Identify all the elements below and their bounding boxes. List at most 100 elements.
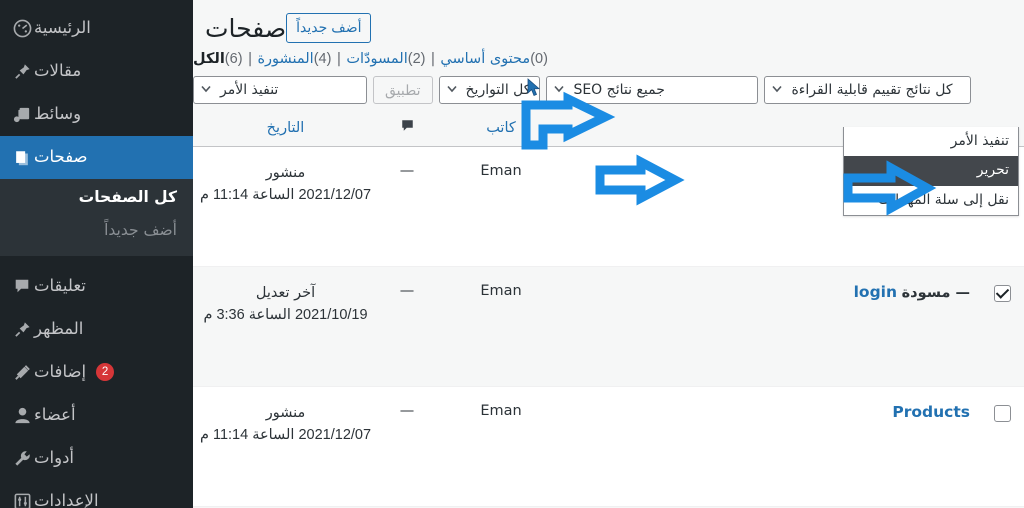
table-row[interactable]: Products Eman — منشور 2021/12/07 الساعة … <box>193 386 1024 507</box>
add-new-button[interactable]: أضف جديداً <box>286 13 372 43</box>
sidebar-item-posts[interactable]: مقالات <box>0 50 193 93</box>
sidebar-item-comments[interactable]: تعليقات <box>0 265 193 308</box>
date-filter-value: كل التواريخ <box>465 82 531 98</box>
sidebar-item-label: تعليقات <box>34 275 86 295</box>
row-checkbox[interactable] <box>993 285 1011 302</box>
sidebar-item-tools[interactable]: أدوات <box>0 437 193 480</box>
row-date-when: 2021/12/07 الساعة 11:14 م <box>199 186 372 203</box>
main-content: صفحات أضف جديداً الكل (6) | المنشورة (4)… <box>193 0 1024 508</box>
row-comments: — <box>378 386 436 507</box>
filter-published-count: (4) <box>313 51 332 67</box>
bulk-option-trash[interactable]: نقل إلى سلة المُهملات <box>844 186 1018 215</box>
admin-sidebar: الرئيسية مقالات وسائط صفحات كل الصفحات أ… <box>0 0 193 508</box>
pages-submenu: كل الصفحات أضف جديداً <box>0 179 193 256</box>
plugins-update-badge: 2 <box>96 363 115 381</box>
sidebar-item-label: المظهر <box>34 318 84 338</box>
row-checkbox-cell[interactable] <box>980 386 1024 507</box>
row-title-cell[interactable]: — مسودة login <box>566 266 980 387</box>
page-title: صفحات <box>205 13 287 43</box>
row-date-status: منشور <box>265 165 306 181</box>
row-author[interactable]: Eman <box>436 386 566 507</box>
filter-separator: | <box>247 51 253 67</box>
row-date-status: منشور <box>265 405 306 421</box>
row-date: منشور 2021/12/07 الساعة 11:14 م <box>193 146 378 267</box>
filter-all-count: (6) <box>224 51 243 67</box>
sidebar-item-label: مقالات <box>34 61 82 81</box>
row-title-link[interactable]: login <box>854 283 897 301</box>
page-header: صفحات أضف جديداً <box>193 0 1024 43</box>
menu-separator <box>0 256 193 265</box>
appearance-icon <box>10 317 34 341</box>
pin-icon <box>10 60 34 84</box>
submenu-item-add-new[interactable]: أضف جديداً <box>0 214 193 247</box>
sidebar-item-pages[interactable]: صفحات <box>0 136 193 179</box>
filter-cornerstone[interactable]: محتوى أساسي <box>440 51 530 67</box>
row-checkbox-cell[interactable] <box>980 266 1024 387</box>
bulk-actions-value: تنفيذ الأمر <box>220 82 279 98</box>
bulk-actions-dropdown[interactable]: تنفيذ الأمر تحرير نقل إلى سلة المُهملات <box>843 127 1019 217</box>
settings-icon <box>10 489 34 508</box>
bulk-actions-select[interactable]: تنفيذ الأمر <box>193 76 367 104</box>
status-filter-links: الكل (6) | المنشورة (4) | المسودّات (2) … <box>193 42 1024 68</box>
filter-published[interactable]: المنشورة <box>257 51 313 67</box>
column-header-date[interactable]: التاريخ <box>193 110 378 147</box>
chevron-down-icon <box>554 85 565 95</box>
filter-cornerstone-count: (0) <box>530 51 548 67</box>
chevron-down-icon <box>446 85 457 95</box>
readability-filter-select[interactable]: كل نتائج تقييم قابلية القراءة <box>764 76 972 104</box>
seo-filter-select[interactable]: جميع نتائج SEO <box>546 76 759 104</box>
chevron-down-icon <box>201 85 211 95</box>
page-icon <box>10 146 34 170</box>
sidebar-item-label: أعضاء <box>34 404 76 424</box>
table-row[interactable]: — مسودة login Eman — آخر تعديل 2021/10/1… <box>193 266 1024 387</box>
sidebar-item-users[interactable]: أعضاء <box>0 394 193 437</box>
plugin-icon <box>10 360 34 384</box>
filter-drafts[interactable]: المسودّات <box>346 51 407 67</box>
row-date-when: 2021/10/19 الساعة 3:36 م <box>203 306 368 323</box>
sidebar-item-appearance[interactable]: المظهر <box>0 308 193 351</box>
users-icon <box>10 403 34 427</box>
sidebar-item-label: إضافات <box>34 361 87 381</box>
date-filter-select[interactable]: كل التواريخ <box>438 76 541 104</box>
chevron-down-icon <box>772 85 783 95</box>
row-post-state: — مسودة <box>901 285 970 301</box>
row-comments: — <box>378 146 436 267</box>
row-date: آخر تعديل 2021/10/19 الساعة 3:36 م <box>193 266 378 387</box>
seo-filter-value: جميع نتائج SEO <box>573 82 665 98</box>
filter-separator: | <box>430 51 436 67</box>
sidebar-item-dashboard[interactable]: الرئيسية <box>0 7 193 50</box>
submenu-item-all-pages[interactable]: كل الصفحات <box>0 181 193 214</box>
sidebar-item-plugins[interactable]: إضافات 2 <box>0 351 193 394</box>
row-date-status: آخر تعديل <box>255 285 316 301</box>
filter-all[interactable]: الكل <box>193 51 225 67</box>
sidebar-item-media[interactable]: وسائط <box>0 93 193 136</box>
apply-button[interactable]: تطبيق <box>373 76 433 104</box>
readability-filter-value: كل نتائج تقييم قابلية القراءة <box>791 82 953 98</box>
column-header-author[interactable]: كاتب <box>436 110 566 147</box>
sidebar-item-settings[interactable]: الإعدادات <box>0 480 193 508</box>
wordpress-admin-screen: الرئيسية مقالات وسائط صفحات كل الصفحات أ… <box>0 0 1024 508</box>
filter-separator: | <box>336 51 342 67</box>
table-toolbar: تنفيذ الأمر تطبيق كل التواريخ جميع نتائج… <box>193 68 1024 106</box>
filter-drafts-count: (2) <box>407 51 426 67</box>
sidebar-item-label: وسائط <box>34 104 82 124</box>
row-date: منشور 2021/12/07 الساعة 11:14 م <box>193 386 378 507</box>
sidebar-item-label: الإعدادات <box>34 490 99 508</box>
row-checkbox[interactable] <box>993 405 1011 422</box>
row-author[interactable]: Eman <box>436 266 566 387</box>
row-author[interactable]: Eman <box>436 146 566 267</box>
dashboard-icon <box>10 17 34 41</box>
sidebar-item-label: الرئيسية <box>34 18 91 38</box>
row-title-link[interactable]: Products <box>892 403 970 421</box>
row-comments: — <box>378 266 436 387</box>
media-icon <box>10 103 34 127</box>
column-header-comments[interactable] <box>378 110 436 147</box>
sidebar-item-label: أدوات <box>34 447 75 467</box>
comment-bubble-icon <box>400 120 415 137</box>
row-title-cell[interactable]: Products <box>566 386 980 507</box>
comment-icon <box>10 274 34 298</box>
bulk-option-edit[interactable]: تحرير <box>844 156 1018 186</box>
row-date-when: 2021/12/07 الساعة 11:14 م <box>199 426 372 443</box>
bulk-option-default[interactable]: تنفيذ الأمر <box>844 127 1018 156</box>
sidebar-item-label: صفحات <box>34 147 88 167</box>
